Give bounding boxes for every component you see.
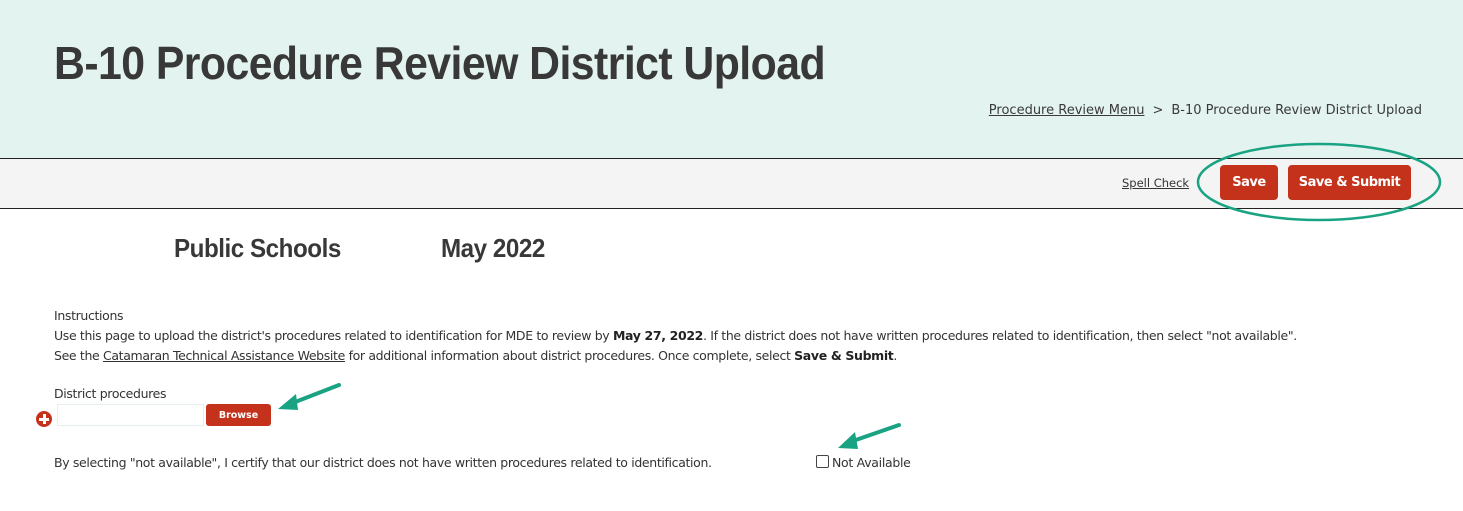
review-period: May 2022	[441, 233, 545, 263]
instructions-block: Instructions Use this page to upload the…	[54, 306, 1434, 366]
annotation-arrow-icon	[838, 423, 901, 449]
not-available-checkbox[interactable]	[816, 455, 829, 468]
due-date: May 27, 2022	[612, 328, 704, 343]
save-submit-reference: Save & Submit	[794, 348, 894, 363]
instructions-line-2: See the Catamaran Technical Assistance W…	[54, 346, 1434, 366]
instructions-text: .	[893, 348, 898, 363]
spell-check-link[interactable]: Spell Check	[1122, 176, 1189, 190]
breadcrumb-procedure-review-menu-link[interactable]: Procedure Review Menu	[989, 103, 1145, 118]
instructions-text: . If the district does not have written …	[703, 328, 1297, 343]
browse-button[interactable]: Browse	[206, 404, 271, 426]
save-submit-button[interactable]: Save & Submit	[1288, 165, 1411, 200]
page-header: B-10 Procedure Review District Upload Pr…	[0, 0, 1463, 158]
annotation-arrow-icon	[278, 383, 341, 410]
instructions-text: Use this page to upload the district's p…	[54, 328, 613, 343]
district-procedures-label: District procedures	[54, 386, 167, 401]
breadcrumb-current: B-10 Procedure Review District Upload	[1171, 103, 1422, 118]
instructions-text: for additional information about distric…	[344, 348, 795, 363]
instructions-line-1: Use this page to upload the district's p…	[54, 326, 1434, 346]
instructions-text: See the	[54, 348, 103, 363]
page-title: B-10 Procedure Review District Upload	[54, 37, 826, 89]
catamaran-website-link[interactable]: Catamaran Technical Assistance Website	[103, 348, 345, 363]
not-available-label[interactable]: Not Available	[832, 455, 911, 470]
save-button[interactable]: Save	[1220, 165, 1278, 200]
breadcrumb: Procedure Review Menu > B-10 Procedure Rev…	[989, 103, 1422, 118]
certify-statement: By selecting "not available", I certify …	[54, 455, 712, 470]
school-name: Public Schools	[174, 233, 341, 263]
breadcrumb-separator: >	[1152, 103, 1164, 118]
file-path-input[interactable]	[57, 404, 204, 426]
action-toolbar: Spell Check Save Save & Submit	[0, 158, 1463, 209]
instructions-heading: Instructions	[54, 308, 124, 323]
add-file-icon[interactable]	[36, 411, 52, 427]
